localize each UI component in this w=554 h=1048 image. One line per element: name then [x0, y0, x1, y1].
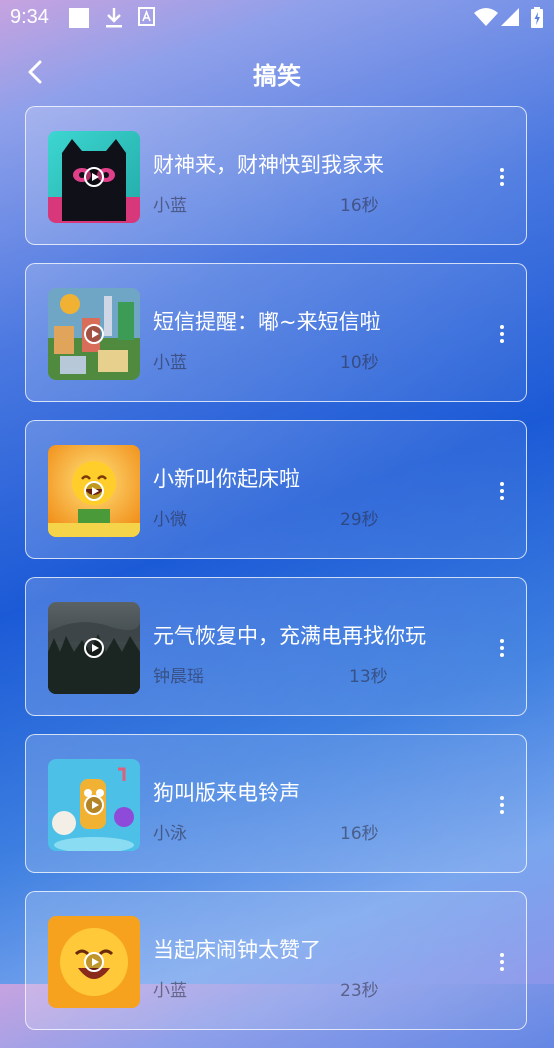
- status-time: 9:34: [10, 6, 49, 28]
- item-author: 小蓝: [153, 981, 187, 1001]
- item-author: 小蓝: [153, 353, 187, 373]
- notification-square-icon: [69, 8, 89, 28]
- thumbnail-image: [48, 602, 140, 694]
- list-item[interactable]: 狗叫版来电铃声 小泳 16秒: [25, 734, 527, 873]
- thumbnail-image: [48, 131, 140, 223]
- status-bar: 9:34: [0, 0, 554, 36]
- item-duration: 23秒: [340, 981, 379, 1001]
- thumbnail-image: [48, 759, 140, 851]
- item-duration: 29秒: [340, 510, 379, 530]
- list-item[interactable]: 小新叫你起床啦 小微 29秒: [25, 420, 527, 559]
- item-author: 小蓝: [153, 196, 187, 216]
- play-icon: [84, 481, 104, 501]
- wifi-icon: [474, 8, 498, 26]
- more-options-icon[interactable]: [492, 950, 512, 976]
- play-icon: [84, 324, 104, 344]
- download-icon: [106, 8, 122, 28]
- more-options-icon[interactable]: [492, 793, 512, 819]
- list-item[interactable]: 元气恢复中，充满电再找你玩 钟晨瑶 13秒: [25, 577, 527, 716]
- cell-signal-icon: [501, 8, 519, 26]
- list-item[interactable]: 短信提醒：嘟~来短信啦 小蓝 10秒: [25, 263, 527, 402]
- item-author: 小微: [153, 510, 187, 530]
- list-item[interactable]: 当起床闹钟太赞了 小蓝 23秒: [25, 891, 527, 1030]
- item-author: 钟晨瑶: [153, 667, 204, 687]
- item-duration: 16秒: [340, 196, 379, 216]
- item-title: 小新叫你起床啦: [153, 467, 300, 491]
- battery-icon: [531, 7, 543, 28]
- page-title: 搞笑: [253, 62, 301, 90]
- more-options-icon[interactable]: [492, 636, 512, 662]
- more-options-icon[interactable]: [492, 479, 512, 505]
- item-duration: 10秒: [340, 353, 379, 373]
- more-options-icon[interactable]: [492, 165, 512, 191]
- play-icon: [84, 638, 104, 658]
- item-author: 小泳: [153, 824, 187, 844]
- thumbnail-image: [48, 916, 140, 1008]
- play-icon: [84, 795, 104, 815]
- more-options-icon[interactable]: [492, 322, 512, 348]
- thumbnail-image: [48, 445, 140, 537]
- item-title: 元气恢复中，充满电再找你玩: [153, 624, 426, 648]
- list-item[interactable]: 财神来，财神快到我家来 小蓝 16秒: [25, 106, 527, 245]
- ringtone-list: 财神来，财神快到我家来 小蓝 16秒 短信提醒：嘟~来短信啦 小蓝 10秒 小新…: [25, 106, 529, 1048]
- item-duration: 16秒: [340, 824, 379, 844]
- item-title: 财神来，财神快到我家来: [153, 153, 384, 177]
- app-a-icon: [138, 7, 155, 26]
- thumbnail-image: [48, 288, 140, 380]
- item-duration: 13秒: [349, 667, 388, 687]
- play-icon: [84, 167, 104, 187]
- item-title: 当起床闹钟太赞了: [153, 938, 321, 962]
- play-icon: [84, 952, 104, 972]
- item-title: 狗叫版来电铃声: [153, 781, 300, 805]
- top-nav: 搞笑: [0, 48, 554, 96]
- item-title: 短信提醒：嘟~来短信啦: [153, 310, 381, 334]
